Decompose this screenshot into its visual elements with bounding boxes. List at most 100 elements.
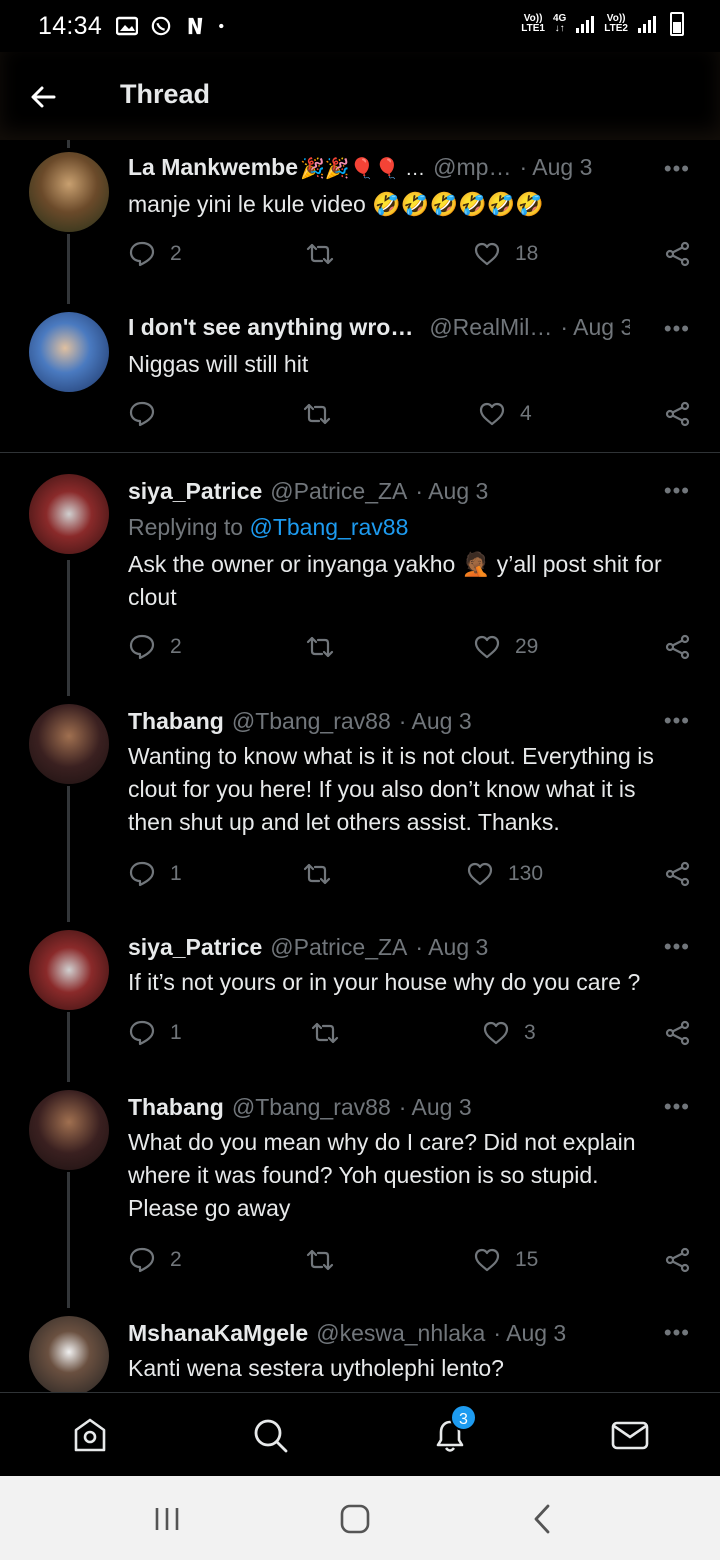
like-count: 4 [520,402,532,425]
avatar[interactable] [29,312,109,392]
display-name[interactable]: MshanaKaMgele [128,1320,308,1347]
like-button[interactable]: 18 [473,240,538,268]
tweet-date: · Aug 3 [493,1320,567,1346]
home-button-icon[interactable] [338,1502,372,1536]
display-name[interactable]: siya_Patrice [128,934,262,961]
retweet-button[interactable] [311,1019,353,1047]
recent-apps-icon[interactable] [150,1502,184,1536]
reply-icon [129,1020,155,1046]
retweet-icon [306,636,334,658]
avatar[interactable] [29,152,109,232]
avatar[interactable] [29,1316,109,1392]
signal-icon [638,16,656,33]
tweet-actions: 4 [128,400,698,434]
share-icon [665,861,690,887]
reply-icon [129,401,155,427]
tweet-text: manje yini le kule video 🤣🤣🤣🤣🤣🤣 [128,191,545,217]
more-options-icon[interactable]: ••• [664,316,690,342]
retweet-button[interactable] [306,1246,348,1274]
retweet-icon [306,243,334,265]
more-options-icon[interactable]: ••• [664,156,690,182]
tweet-actions: 1 3 [128,1019,698,1053]
bottom-navigation [0,1392,720,1476]
tweet-text: If it’s not yours or in your house why d… [128,969,641,995]
heart-icon [483,1021,509,1045]
heart-icon [474,242,500,266]
notifications-badge: 3 [450,1404,477,1431]
thread-list[interactable]: La Mankwembe 🎉🎉🎈🎈 … @mp… · Aug 3 ••• man… [0,140,720,1392]
tweet-actions: 2 18 [128,240,698,274]
tweet-date: · Aug 3 [519,154,593,180]
retweet-icon [303,403,331,425]
reply-button[interactable]: 2 [128,240,182,268]
avatar[interactable] [29,1090,109,1170]
status-time: 14:34 [38,11,103,40]
tweet-date: · Aug 3 [560,314,630,340]
tweet-text: What do you mean why do I care? Did not … [128,1129,636,1221]
more-options-icon[interactable]: ••• [664,1320,690,1346]
tweet-actions: 2 29 [128,633,698,667]
user-handle: @Patrice_ZA [270,478,408,504]
like-button[interactable]: 15 [473,1246,538,1274]
messages-icon[interactable] [610,1415,650,1455]
retweet-button[interactable] [303,400,345,428]
tweet-text: Wanting to know what is it is not clout.… [128,743,654,835]
share-icon [665,1247,690,1273]
like-count: 15 [515,1248,539,1271]
mention-link[interactable]: @Tbang_rav88 [249,514,408,540]
retweet-icon [311,1022,339,1044]
retweet-button[interactable] [303,860,345,888]
like-button[interactable]: 3 [482,1019,536,1047]
back-button-icon[interactable] [526,1502,560,1536]
more-options-icon[interactable]: ••• [664,934,690,960]
user-handle: @mp… [433,154,512,180]
share-icon [665,241,690,267]
user-handle: @RealMil… [429,314,553,340]
like-button[interactable]: 4 [478,400,532,428]
like-count: 18 [515,242,539,265]
share-button[interactable] [664,1246,692,1274]
display-name[interactable]: La Mankwembe [128,154,298,181]
avatar[interactable] [29,474,109,554]
share-button[interactable] [664,400,692,428]
home-icon[interactable] [70,1415,110,1455]
reply-button[interactable]: 1 [128,860,182,888]
share-button[interactable] [664,1019,692,1047]
search-icon[interactable] [250,1415,290,1455]
heart-icon [479,402,505,426]
reply-button[interactable]: 2 [128,1246,182,1274]
reply-count: 1 [170,862,182,885]
display-name[interactable]: Thabang [128,1094,224,1121]
avatar[interactable] [29,930,109,1010]
display-name[interactable]: I don't see anything wro… [128,314,413,341]
battery-icon [670,12,684,36]
reply-count: 1 [170,1021,182,1044]
reply-icon [129,241,155,267]
display-name[interactable]: Thabang [128,708,224,735]
retweet-button[interactable] [306,633,348,661]
signal-icon [576,16,595,33]
like-button[interactable]: 130 [466,860,543,888]
reply-icon [129,634,155,660]
share-button[interactable] [664,633,692,661]
like-button[interactable]: 29 [473,633,538,661]
retweet-button[interactable] [306,240,348,268]
display-name[interactable]: siya_Patrice [128,478,262,505]
reply-button[interactable]: 2 [128,633,182,661]
netflix-icon [188,17,203,35]
more-options-icon[interactable]: ••• [664,708,690,734]
user-handle: @Patrice_ZA [270,934,408,960]
more-options-icon[interactable]: ••• [664,478,690,504]
tweet-date: · Aug 3 [398,708,472,734]
like-count: 130 [508,862,544,885]
share-button[interactable] [664,860,692,888]
tweet-text: Kanti wena sestera uytholephi lento? [128,1355,504,1381]
reply-button[interactable] [128,400,170,428]
more-options-icon[interactable]: ••• [664,1094,690,1120]
share-button[interactable] [664,240,692,268]
reply-button[interactable]: 1 [128,1019,182,1047]
user-handle: @keswa_nhlaka [316,1320,486,1346]
thread-connector [67,560,70,696]
back-arrow-icon[interactable] [28,82,58,112]
avatar[interactable] [29,704,109,784]
